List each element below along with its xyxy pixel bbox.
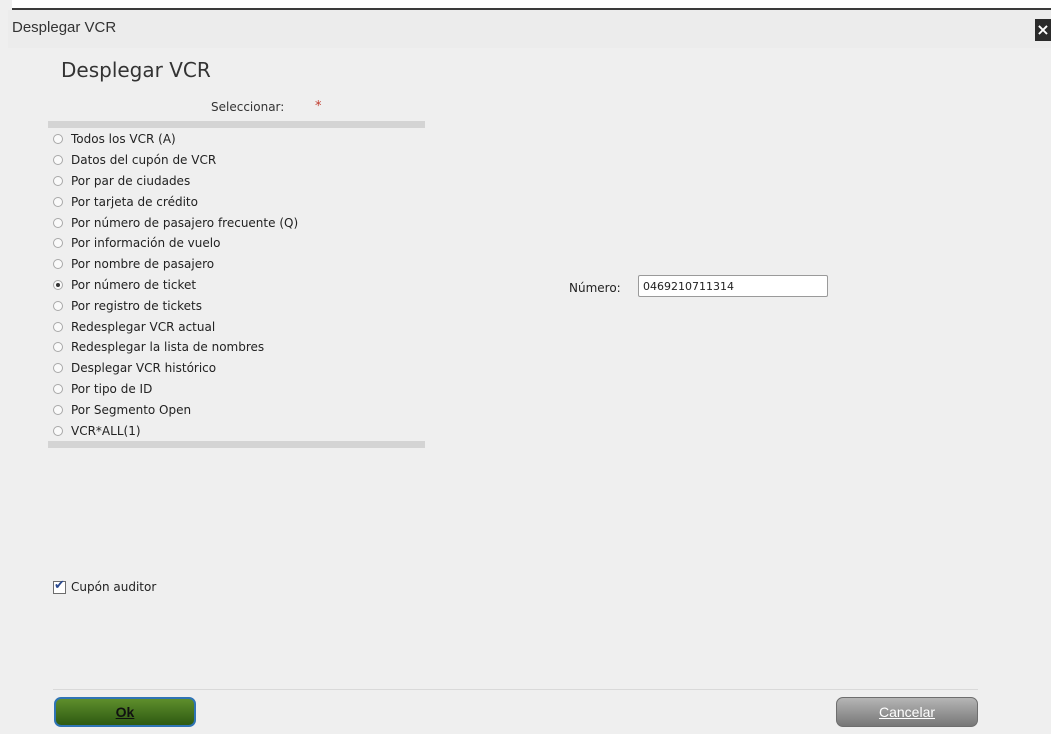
option-label: Desplegar VCR histórico: [71, 361, 217, 376]
radio-button-selected[interactable]: [53, 279, 63, 290]
cupon-auditor-label: Cupón auditor: [71, 580, 157, 594]
radio-button[interactable]: [53, 300, 63, 311]
options-panel-top-bar: [48, 121, 425, 128]
radio-button[interactable]: [53, 425, 63, 436]
option-label: Por información de vuelo: [71, 236, 221, 251]
select-label: Seleccionar:: [211, 100, 285, 114]
radio-option-segmento-open[interactable]: Por Segmento Open: [53, 399, 425, 420]
option-label: Por par de ciudades: [71, 173, 191, 188]
option-label: Por registro de tickets: [71, 298, 202, 313]
title-bar: Desplegar VCR ×: [8, 10, 1051, 48]
radio-option-informacion-de-vuelo[interactable]: Por información de vuelo: [53, 233, 425, 254]
top-border: [12, 0, 1051, 10]
option-label: VCR*ALL(1): [71, 423, 141, 438]
option-label: Redesplegar la lista de nombres: [71, 340, 265, 355]
radio-button[interactable]: [53, 196, 63, 207]
radio-option-redesplegar-vcr-actual[interactable]: Redesplegar VCR actual: [53, 316, 425, 337]
options-panel-bottom-bar: [48, 441, 425, 448]
option-label: Por Segmento Open: [71, 402, 192, 417]
option-label: Por tipo de ID: [71, 381, 153, 396]
radio-option-todos-los-vcr[interactable]: Todos los VCR (A): [53, 129, 425, 150]
radio-button[interactable]: [53, 238, 63, 249]
window-title: Desplegar VCR: [12, 19, 117, 36]
radio-button[interactable]: [53, 363, 63, 374]
option-label: Por tarjeta de crédito: [71, 194, 198, 209]
radio-option-vcr-all[interactable]: VCR*ALL(1): [53, 420, 425, 441]
numero-label: Número:: [569, 281, 621, 295]
radio-button[interactable]: [53, 259, 63, 270]
radio-option-vcr-historico[interactable]: Desplegar VCR histórico: [53, 358, 425, 379]
radio-option-numero-de-ticket[interactable]: Por número de ticket: [53, 275, 425, 296]
option-label: Por nombre de pasajero: [71, 257, 215, 272]
radio-button[interactable]: [53, 321, 63, 332]
radio-option-registro-de-tickets[interactable]: Por registro de tickets: [53, 295, 425, 316]
radio-option-pasajero-frecuente[interactable]: Por número de pasajero frecuente (Q): [53, 212, 425, 233]
option-label: Datos del cupón de VCR: [71, 153, 217, 168]
radio-option-par-de-ciudades[interactable]: Por par de ciudades: [53, 171, 425, 192]
cupon-auditor-row[interactable]: ✔ Cupón auditor: [53, 577, 157, 594]
radio-option-redesplegar-lista-nombres[interactable]: Redesplegar la lista de nombres: [53, 337, 425, 358]
radio-button[interactable]: [53, 383, 63, 394]
close-icon[interactable]: ×: [1035, 19, 1051, 41]
option-label: Todos los VCR (A): [71, 132, 176, 147]
checkmark-icon: ✔: [54, 577, 65, 593]
radio-button[interactable]: [53, 404, 63, 415]
ok-button[interactable]: Ok: [54, 697, 196, 727]
radio-option-tipo-de-id[interactable]: Por tipo de ID: [53, 379, 425, 400]
radio-option-nombre-de-pasajero[interactable]: Por nombre de pasajero: [53, 254, 425, 275]
options-radio-group: Todos los VCR (A) Datos del cupón de VCR…: [53, 129, 425, 441]
radio-option-datos-del-cupon[interactable]: Datos del cupón de VCR: [53, 150, 425, 171]
numero-input[interactable]: [638, 275, 828, 297]
option-label: Redesplegar VCR actual: [71, 319, 216, 334]
option-label: Por número de pasajero frecuente (Q): [71, 215, 299, 230]
option-label: Por número de ticket: [71, 277, 197, 292]
radio-button[interactable]: [53, 155, 63, 166]
radio-button[interactable]: [53, 175, 63, 186]
radio-button[interactable]: [53, 217, 63, 228]
radio-button[interactable]: [53, 342, 63, 353]
desplegar-vcr-dialog: Desplegar VCR × Desplegar VCR Selecciona…: [0, 0, 1051, 734]
page-title: Desplegar VCR: [61, 58, 211, 82]
cupon-auditor-checkbox[interactable]: ✔: [53, 577, 66, 594]
footer-divider: [53, 689, 978, 690]
required-marker: *: [315, 99, 322, 114]
cancel-button[interactable]: Cancelar: [836, 697, 978, 727]
radio-button[interactable]: [53, 134, 63, 145]
radio-option-tarjeta-de-credito[interactable]: Por tarjeta de crédito: [53, 191, 425, 212]
